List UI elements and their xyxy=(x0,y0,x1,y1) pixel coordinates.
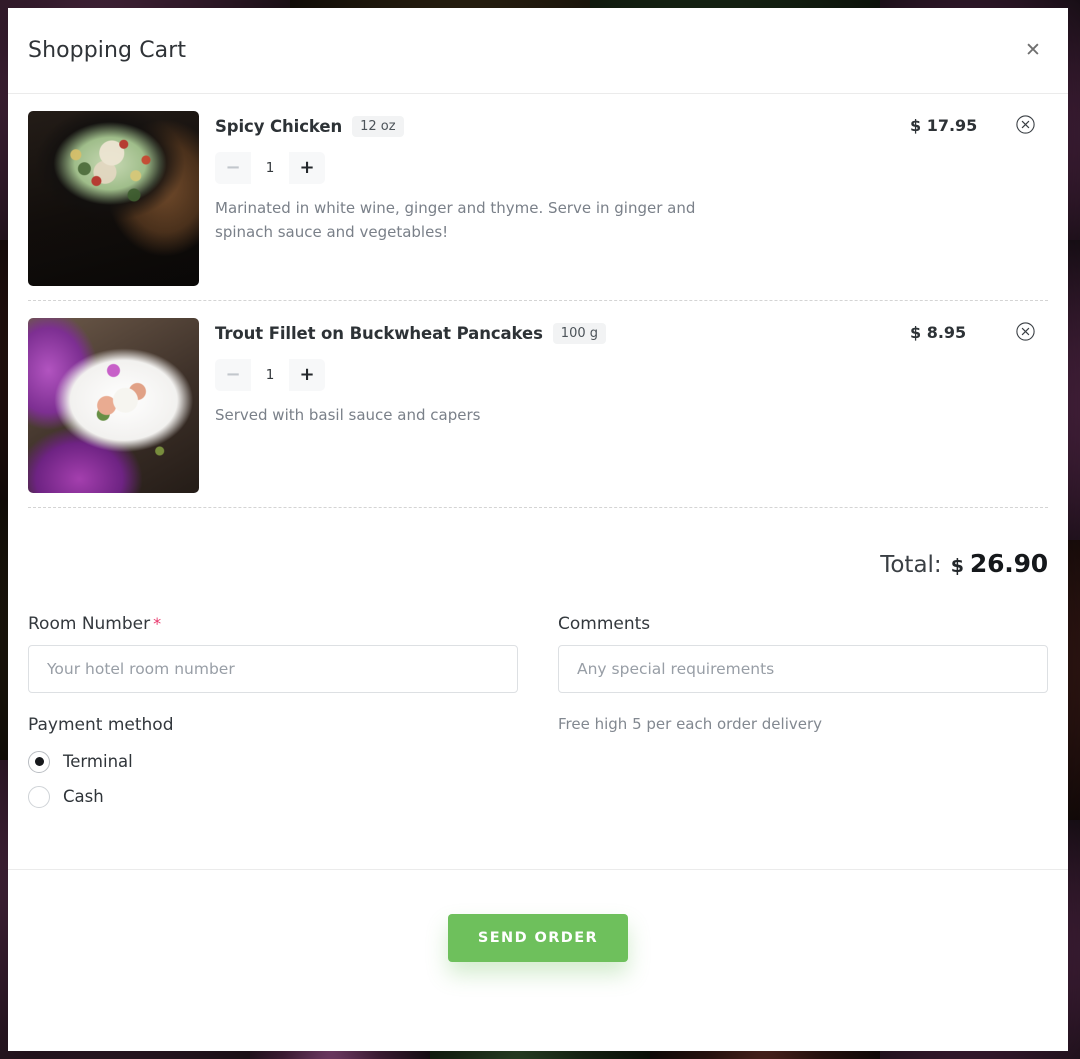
item-thumbnail-trout-fillet xyxy=(28,318,199,493)
cart-item-row: Trout Fillet on Buckwheat Pancakes 100 g… xyxy=(28,301,1048,508)
cart-item-row: Spicy Chicken 12 oz − 1 + Marinated in w… xyxy=(28,94,1048,301)
item-weight-badge: 12 oz xyxy=(352,115,404,137)
send-order-button[interactable]: SEND ORDER xyxy=(447,914,629,962)
remove-item-button[interactable] xyxy=(1008,318,1048,493)
quantity-increase-button[interactable]: + xyxy=(289,152,325,184)
item-weight-badge: 100 g xyxy=(552,322,606,344)
required-asterisk: * xyxy=(153,614,162,633)
close-icon[interactable]: ✕ xyxy=(1016,34,1050,68)
shopping-cart-modal: Shopping Cart ✕ Spicy Chicken 12 oz − 1 … xyxy=(8,8,1068,1051)
payment-option-terminal[interactable]: Terminal xyxy=(28,744,518,779)
cart-total: Total: $ 26.90 xyxy=(28,508,1048,614)
payment-option-cash[interactable]: Cash xyxy=(28,779,518,814)
comments-label: Comments xyxy=(558,614,651,634)
item-name: Spicy Chicken xyxy=(215,116,343,136)
item-details: Spicy Chicken 12 oz − 1 + Marinated in w… xyxy=(199,111,858,286)
item-title-row: Spicy Chicken 12 oz xyxy=(215,111,858,141)
total-amount: 26.90 xyxy=(969,549,1048,578)
room-number-label-text: Room Number xyxy=(28,614,151,634)
quantity-decrease-button[interactable]: − xyxy=(215,152,251,184)
item-thumbnail-spicy-chicken xyxy=(28,111,199,286)
item-title-row: Trout Fillet on Buckwheat Pancakes 100 g xyxy=(215,318,858,348)
circle-x-icon xyxy=(1015,322,1035,341)
payment-option-label: Cash xyxy=(63,787,104,806)
item-name: Trout Fillet on Buckwheat Pancakes xyxy=(215,323,543,343)
circle-x-icon xyxy=(1015,115,1035,134)
payment-method-label: Payment method xyxy=(28,715,174,735)
delivery-note: Free high 5 per each order delivery xyxy=(558,715,823,733)
radio-icon-unchecked[interactable] xyxy=(28,785,50,808)
quantity-value[interactable]: 1 xyxy=(251,152,289,184)
item-price: $ 8.95 xyxy=(910,323,967,342)
order-form: Room Number* Payment method Terminal Cas… xyxy=(28,614,1048,814)
item-price: $ 17.95 xyxy=(910,116,978,135)
room-number-input[interactable] xyxy=(28,645,518,693)
room-number-label: Room Number * xyxy=(28,614,518,634)
comments-input[interactable] xyxy=(558,645,1048,693)
item-description: Served with basil sauce and capers xyxy=(215,406,481,424)
payment-option-label: Terminal xyxy=(63,752,133,771)
quantity-increase-button[interactable]: + xyxy=(289,359,325,391)
radio-icon-checked[interactable] xyxy=(28,750,50,773)
quantity-stepper[interactable]: − 1 + xyxy=(215,152,325,184)
modal-header: Shopping Cart ✕ xyxy=(8,8,1068,94)
quantity-stepper[interactable]: − 1 + xyxy=(215,359,325,391)
form-column-left: Room Number* Payment method Terminal Cas… xyxy=(28,614,518,814)
modal-body: Spicy Chicken 12 oz − 1 + Marinated in w… xyxy=(8,94,1068,869)
item-details: Trout Fillet on Buckwheat Pancakes 100 g… xyxy=(199,318,858,493)
page-title: Shopping Cart xyxy=(28,38,187,63)
quantity-value[interactable]: 1 xyxy=(251,359,289,391)
remove-item-button[interactable] xyxy=(1008,111,1048,286)
total-currency: $ xyxy=(950,555,964,577)
quantity-decrease-button[interactable]: − xyxy=(215,359,251,391)
form-column-right: Comments Free high 5 per each order deli… xyxy=(558,614,1048,814)
item-description: Marinated in white wine, ginger and thym… xyxy=(215,199,696,242)
modal-footer: SEND ORDER xyxy=(8,869,1068,1051)
total-label: Total: xyxy=(880,552,942,578)
